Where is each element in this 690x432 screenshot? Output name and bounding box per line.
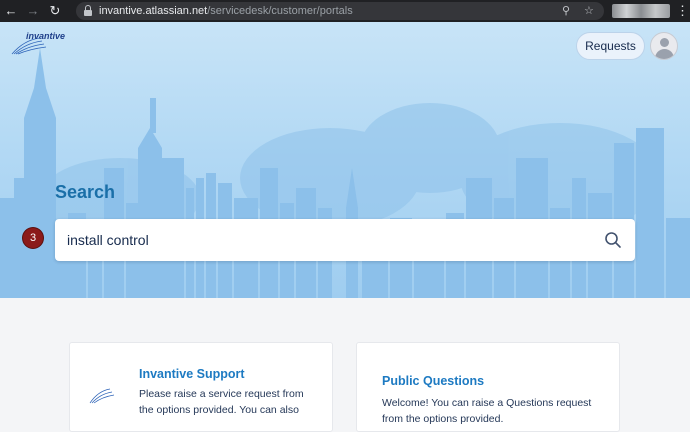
hero-banner: invantive Requests Search 3	[0, 22, 690, 298]
avatar-head-icon	[660, 38, 669, 47]
address-bar[interactable]: invantive.atlassian.net/servicedesk/cust…	[76, 2, 604, 20]
lock-icon	[84, 5, 92, 16]
bookmark-star-icon[interactable]: ☆	[584, 2, 594, 20]
menu-icon[interactable]: ⋮	[676, 0, 689, 22]
portal-card-public-questions[interactable]: Public Questions Welcome! You can raise …	[356, 342, 620, 432]
search-icon[interactable]	[604, 231, 622, 249]
requests-button[interactable]: Requests	[576, 32, 645, 60]
search-title: Search	[55, 182, 116, 202]
invantive-logo-icon	[89, 388, 115, 404]
portal-list: Invantive Support Please raise a service…	[0, 298, 690, 432]
search-box	[55, 219, 635, 261]
portal-description: Please raise a service request from the …	[139, 388, 304, 416]
back-icon[interactable]: ←	[0, 0, 22, 22]
forward-icon[interactable]: →	[22, 0, 44, 22]
avatar[interactable]	[650, 32, 678, 60]
url-text: invantive.atlassian.net/servicedesk/cust…	[99, 5, 353, 17]
browser-toolbar: ← → ↻ invantive.atlassian.net/servicedes…	[0, 0, 690, 22]
portal-card-invantive-support[interactable]: Invantive Support Please raise a service…	[69, 342, 333, 432]
portal-title[interactable]: Invantive Support	[139, 367, 245, 381]
logo-text: invantive	[26, 31, 66, 41]
avatar-body-icon	[655, 49, 674, 59]
portal-title[interactable]: Public Questions	[382, 374, 484, 388]
reload-icon[interactable]: ↻	[44, 0, 66, 22]
zoom-icon[interactable]: ⚲	[562, 2, 570, 20]
step-badge: 3	[23, 228, 43, 248]
portal-description: Welcome! You can raise a Questions reque…	[382, 397, 592, 425]
profile-button[interactable]	[612, 4, 670, 18]
search-input[interactable]	[67, 219, 587, 261]
